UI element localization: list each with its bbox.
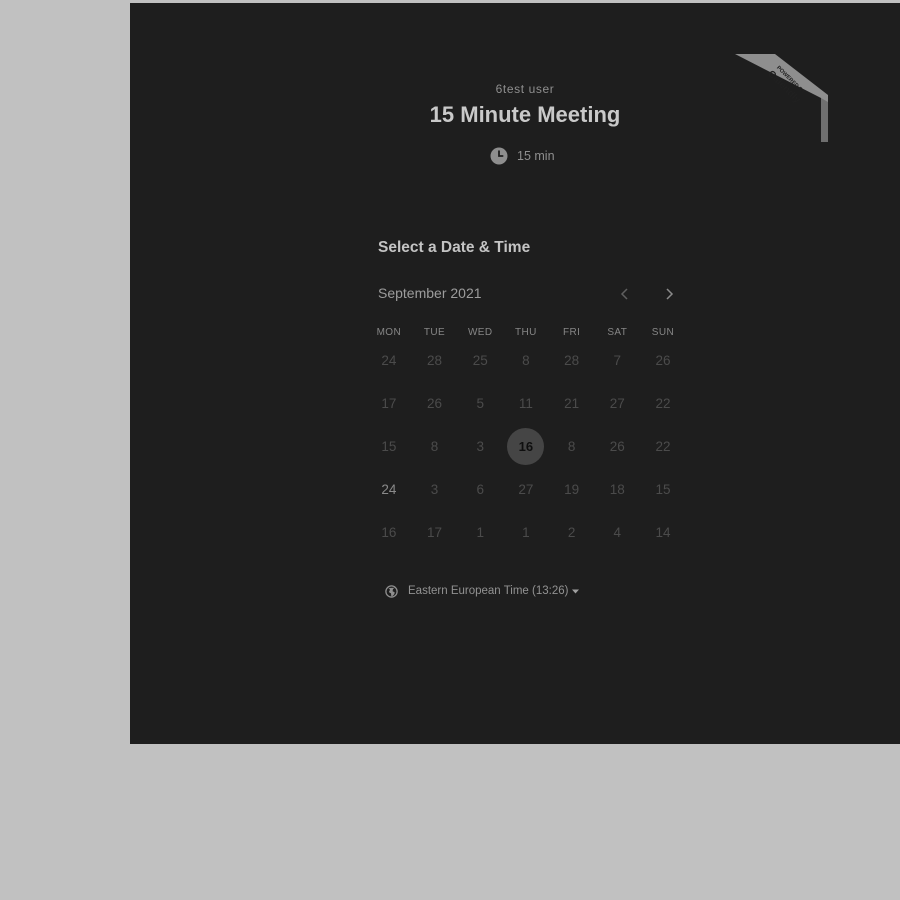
event-title: 15 Minute Meeting	[429, 102, 621, 127]
scheduling-panel: POWERED BY Calendly 6test user 15 Minute…	[130, 3, 900, 744]
timezone-selector[interactable]: Eastern European Time (13:26)	[385, 583, 580, 599]
weekday-label: SAT	[607, 327, 628, 338]
clock-icon	[490, 147, 508, 165]
calendar-day: 17	[427, 525, 443, 540]
calendar-day: 27	[609, 396, 625, 411]
calendar-day: 17	[381, 396, 397, 411]
selected-day-label: 16	[507, 428, 545, 465]
calendar-day: 5	[476, 396, 484, 411]
weekday-header: MON TUE WED THU FRI SAT SUN	[366, 327, 686, 338]
calendar-day: 26	[655, 353, 671, 368]
calendar-day: 8	[430, 439, 439, 454]
calendar-day: 14	[655, 525, 671, 540]
calendar-day: 22	[655, 439, 671, 454]
calendar-day: 1	[522, 525, 530, 540]
calendar-day: 8	[567, 439, 576, 454]
calendar-day: 1	[476, 525, 484, 540]
chevron-left-icon	[620, 288, 628, 300]
calendar-day: 3	[430, 482, 439, 497]
next-month-button[interactable]	[659, 284, 679, 304]
calendar-day: 24	[381, 482, 397, 497]
select-date-heading: Select a Date & Time	[378, 239, 531, 256]
calendar-day: 28	[427, 353, 443, 368]
calendar-day: 22	[655, 396, 671, 411]
weekday-label: TUE	[423, 327, 446, 338]
calendar-day: 24	[381, 353, 397, 368]
weekday-label: MON	[376, 327, 402, 338]
calendar-day: 15	[381, 439, 397, 454]
chevron-right-icon	[666, 288, 674, 300]
calendar-day-selected[interactable]: 16	[503, 425, 549, 468]
powered-by-calendly-badge[interactable]: POWERED BY Calendly	[735, 54, 828, 142]
calendar-day: 2	[567, 525, 576, 540]
globe-icon	[385, 584, 398, 598]
calendar-day: 7	[613, 353, 622, 368]
calendar-day: 4	[613, 525, 622, 540]
event-owner: 6test user	[495, 82, 555, 96]
current-month: September 2021	[378, 285, 482, 301]
calendar-day: 28	[564, 353, 580, 368]
prev-month-button[interactable]	[615, 284, 635, 304]
calendar-day: 3	[476, 439, 484, 454]
calendar-day: 8	[522, 353, 530, 368]
weekday-label: WED	[467, 327, 493, 338]
calendar-day: 26	[609, 439, 625, 454]
calendar-day: 16	[381, 525, 397, 540]
timezone-label: Eastern European Time (13:26)	[408, 585, 569, 597]
calendar-day: 18	[609, 482, 625, 497]
calendar-day: 27	[518, 482, 534, 497]
calendar-day: 19	[564, 482, 580, 497]
calendar-day: 6	[476, 482, 484, 497]
caret-down-icon	[572, 589, 580, 593]
calendar-day: 11	[518, 396, 533, 411]
event-duration: 15 min	[490, 146, 555, 166]
calendar-day: 26	[427, 396, 443, 411]
weekday-label: THU	[515, 327, 537, 338]
calendar-grid: 24 28 25 8 28 7 26 17 26 5 11 21 27 22 1…	[366, 339, 686, 554]
duration-label: 15 min	[517, 149, 555, 163]
calendar-day: 21	[564, 396, 580, 411]
calendar-day: 15	[655, 482, 671, 497]
weekday-label: FRI	[562, 327, 581, 338]
calendar-day: 25	[472, 353, 488, 368]
weekday-label: SUN	[651, 327, 675, 338]
